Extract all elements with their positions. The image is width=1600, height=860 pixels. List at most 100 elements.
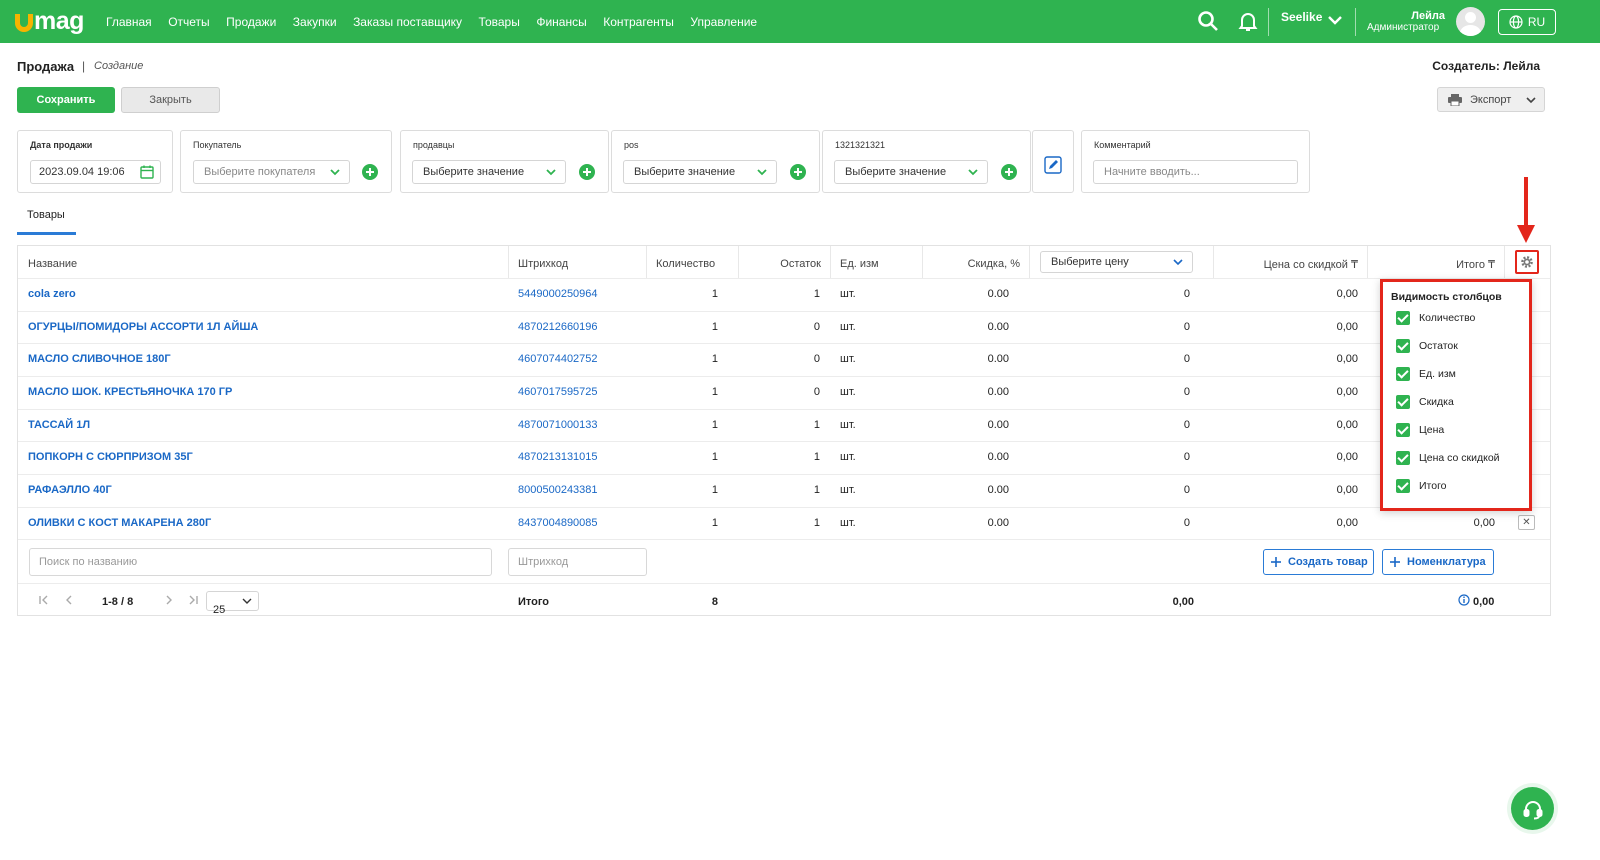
barcode-link[interactable]: 5449000250964 <box>518 288 598 300</box>
barcode-input[interactable]: Штрихкод <box>508 548 647 576</box>
table-row[interactable]: РАФАЭЛЛО 40Г 8000500243381 1 1 шт. 0.00 … <box>18 474 1550 507</box>
col-header-unit[interactable]: Ед. изм <box>840 258 879 270</box>
sale-date-input[interactable]: 2023.09.04 19:06 <box>30 160 161 184</box>
add-custom-value-icon[interactable] <box>1001 164 1017 180</box>
col-header-price-discount[interactable]: Цена со скидкой ₸ <box>1213 258 1358 271</box>
qty-value[interactable]: 1 <box>678 321 718 333</box>
column-settings-button[interactable] <box>1515 250 1539 274</box>
table-row[interactable]: ОЛИВКИ С КОСТ МАКАРЕНА 280Г 843700489008… <box>18 507 1550 540</box>
checkbox-checked-icon[interactable] <box>1396 311 1410 325</box>
chevron-down-icon[interactable] <box>1325 10 1345 30</box>
add-pos-icon[interactable] <box>790 164 806 180</box>
price-value[interactable]: 0 <box>1138 321 1190 333</box>
table-row[interactable]: cola zero 5449000250964 1 1 шт. 0.00 0 0… <box>18 278 1550 311</box>
tab-products[interactable]: Товары <box>27 209 65 221</box>
checkbox-checked-icon[interactable] <box>1396 451 1410 465</box>
checkbox-checked-icon[interactable] <box>1396 367 1410 381</box>
sellers-select[interactable]: Выберите значение <box>412 160 566 184</box>
barcode-link[interactable]: 4870071000133 <box>518 419 598 431</box>
save-button[interactable]: Сохранить <box>17 87 115 113</box>
calendar-icon[interactable] <box>140 165 154 179</box>
search-icon[interactable] <box>1196 9 1220 33</box>
column-toggle-total[interactable]: Итого <box>1396 478 1447 494</box>
comment-input[interactable]: Начните вводить... <box>1093 160 1298 184</box>
barcode-link[interactable]: 4870213131015 <box>518 451 598 463</box>
custom-field-select[interactable]: Выберите значение <box>834 160 988 184</box>
price-value[interactable]: 0 <box>1138 484 1190 496</box>
col-header-discount[interactable]: Скидка, % <box>922 258 1020 270</box>
discount-value[interactable]: 0.00 <box>948 517 1009 529</box>
qty-value[interactable]: 1 <box>678 353 718 365</box>
column-toggle-stock[interactable]: Остаток <box>1396 338 1458 354</box>
export-button[interactable]: Экспорт <box>1437 87 1545 112</box>
discount-value[interactable]: 0.00 <box>948 321 1009 333</box>
price-value[interactable]: 0 <box>1138 386 1190 398</box>
search-input[interactable]: Поиск по названию <box>29 548 492 576</box>
last-page-icon[interactable] <box>187 594 199 606</box>
discount-value[interactable]: 0.00 <box>948 484 1009 496</box>
column-toggle-price-discount[interactable]: Цена со скидкой <box>1396 450 1500 466</box>
buyer-select[interactable]: Выберите покупателя <box>193 160 350 184</box>
price-value[interactable]: 0 <box>1138 517 1190 529</box>
discount-value[interactable]: 0.00 <box>948 451 1009 463</box>
checkbox-checked-icon[interactable] <box>1396 339 1410 353</box>
price-type-select[interactable]: Выберите цену <box>1040 251 1193 273</box>
table-row[interactable]: ОГУРЦЫ/ПОМИДОРЫ АССОРТИ 1Л АЙША 48702126… <box>18 311 1550 344</box>
logo[interactable]: mag <box>15 6 84 36</box>
nav-item-purchases[interactable]: Закупки <box>293 15 337 29</box>
product-name-link[interactable]: МАСЛО ШОК. КРЕСТЬЯНОЧКА 170 ГР <box>28 386 232 398</box>
nav-item-reports[interactable]: Отчеты <box>168 15 209 29</box>
product-name-link[interactable]: ПОПКОРН С СЮРПРИЗОМ 35Г <box>28 451 193 463</box>
col-header-barcode[interactable]: Штрихкод <box>518 258 568 270</box>
col-header-name[interactable]: Название <box>28 258 77 270</box>
column-toggle-qty[interactable]: Количество <box>1396 310 1475 326</box>
discount-value[interactable]: 0.00 <box>948 288 1009 300</box>
barcode-link[interactable]: 4607017595725 <box>518 386 598 398</box>
checkbox-checked-icon[interactable] <box>1396 423 1410 437</box>
column-toggle-price[interactable]: Цена <box>1396 422 1444 438</box>
close-button[interactable]: Закрыть <box>121 87 220 113</box>
product-name-link[interactable]: cola zero <box>28 288 76 300</box>
first-page-icon[interactable] <box>38 594 50 606</box>
column-toggle-discount[interactable]: Скидка <box>1396 394 1454 410</box>
support-chat-button[interactable] <box>1511 787 1554 830</box>
nav-item-home[interactable]: Главная <box>106 15 152 29</box>
info-icon[interactable] <box>1458 594 1470 606</box>
page-size-select[interactable]: 25 <box>206 591 259 616</box>
qty-value[interactable]: 1 <box>678 288 718 300</box>
create-product-button[interactable]: Создать товар <box>1263 549 1374 575</box>
discount-value[interactable]: 0.00 <box>948 353 1009 365</box>
nav-item-finance[interactable]: Финансы <box>536 15 586 29</box>
avatar[interactable] <box>1456 7 1485 36</box>
product-name-link[interactable]: ОГУРЦЫ/ПОМИДОРЫ АССОРТИ 1Л АЙША <box>28 321 258 333</box>
discount-value[interactable]: 0.00 <box>948 419 1009 431</box>
product-name-link[interactable]: ТАССАЙ 1Л <box>28 419 90 431</box>
store-name[interactable]: Seelike <box>1281 10 1322 24</box>
barcode-link[interactable]: 8000500243381 <box>518 484 598 496</box>
qty-value[interactable]: 1 <box>678 451 718 463</box>
table-row[interactable]: ПОПКОРН С СЮРПРИЗОМ 35Г 4870213131015 1 … <box>18 441 1550 474</box>
barcode-link[interactable]: 8437004890085 <box>518 517 598 529</box>
table-row[interactable]: ТАССАЙ 1Л 4870071000133 1 1 шт. 0.00 0 0… <box>18 409 1550 442</box>
add-buyer-icon[interactable] <box>362 164 378 180</box>
barcode-link[interactable]: 4870212660196 <box>518 321 598 333</box>
checkbox-checked-icon[interactable] <box>1396 479 1410 493</box>
col-header-total[interactable]: Итого ₸ <box>1367 258 1495 271</box>
language-switch[interactable]: RU <box>1498 9 1556 35</box>
barcode-link[interactable]: 4607074402752 <box>518 353 598 365</box>
table-row[interactable]: МАСЛО СЛИВОЧНОЕ 180Г 4607074402752 1 0 ш… <box>18 343 1550 376</box>
discount-value[interactable]: 0.00 <box>948 386 1009 398</box>
checkbox-checked-icon[interactable] <box>1396 395 1410 409</box>
price-value[interactable]: 0 <box>1138 419 1190 431</box>
nav-item-contractors[interactable]: Контрагенты <box>603 15 674 29</box>
product-name-link[interactable]: РАФАЭЛЛО 40Г <box>28 484 112 496</box>
qty-value[interactable]: 1 <box>678 386 718 398</box>
pos-select[interactable]: Выберите значение <box>623 160 777 184</box>
col-header-qty[interactable]: Количество <box>656 258 715 270</box>
qty-value[interactable]: 1 <box>678 517 718 529</box>
col-header-stock[interactable]: Остаток <box>738 258 821 270</box>
qty-value[interactable]: 1 <box>678 419 718 431</box>
nav-item-management[interactable]: Управление <box>690 15 757 29</box>
add-seller-icon[interactable] <box>579 164 595 180</box>
price-value[interactable]: 0 <box>1138 353 1190 365</box>
